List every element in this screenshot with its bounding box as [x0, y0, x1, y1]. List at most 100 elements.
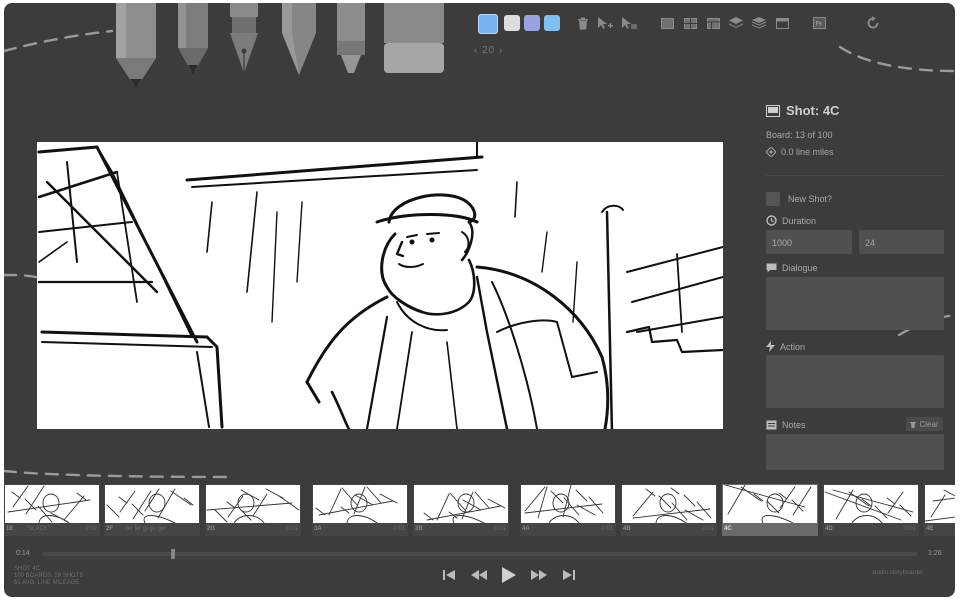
swatch-4[interactable]: [544, 15, 560, 31]
dialogue-label-text: Dialogue: [782, 263, 818, 273]
timeline-thumbnail[interactable]: 1E "SLACK" 0:02: [4, 484, 100, 536]
dialogue-label: Dialogue: [766, 263, 818, 273]
rewind-icon[interactable]: [470, 567, 488, 583]
image-icon[interactable]: Ps: [810, 14, 828, 32]
skip-back-icon[interactable]: [440, 567, 458, 583]
layer-1-icon[interactable]: [658, 14, 676, 32]
duration-frames-input[interactable]: 24: [859, 230, 944, 254]
stack-alt-icon[interactable]: [750, 14, 768, 32]
timeline-thumbnail[interactable]: 2F fer ler gi go gei: [104, 484, 200, 536]
thumbnail-image: [414, 485, 508, 523]
status-line-3: 51 AVG. LINE MILEAGE: [14, 580, 80, 586]
light-pencil-tool[interactable]: [112, 3, 162, 93]
thumbnail-image: [206, 485, 300, 523]
timeline-thumbnail[interactable]: 3B 0:01: [413, 484, 509, 536]
thumbnail-duration: 0:02: [85, 526, 97, 532]
action-label: Action: [766, 341, 805, 352]
thumbnail-duration: 0:01: [286, 526, 298, 532]
thumbnail-duration: 0:01: [601, 526, 613, 532]
time-end: 1:26: [928, 550, 942, 557]
app-credit: studio storyboarder: [872, 570, 924, 576]
thumbnail-image: [824, 485, 918, 523]
notes-icon: [766, 420, 777, 430]
new-shot-row[interactable]: New Shot?: [766, 192, 832, 206]
thumbnail-label: 4C: [724, 526, 732, 532]
thumbnail-label: 4B: [623, 526, 631, 532]
new-shot-checkbox[interactable]: [766, 192, 780, 206]
thumbnail-image: [105, 485, 199, 523]
duration-ms-input[interactable]: 1000: [766, 230, 852, 254]
storyboard-icon: [766, 104, 780, 117]
notes-input[interactable]: [766, 434, 944, 470]
window-icon[interactable]: [773, 14, 791, 32]
duration-ms-value: 1000: [772, 238, 793, 248]
new-shot-label: New Shot?: [788, 194, 833, 204]
thumbnail-duration: 0:01: [702, 526, 714, 532]
refresh-icon[interactable]: [864, 14, 882, 32]
brush-tool[interactable]: [278, 3, 320, 79]
timeline-thumbnail[interactable]: 4A 0:01: [520, 484, 616, 536]
status-line-2: 100 BOARDS, 29 SHOTS: [14, 573, 84, 579]
timeline-thumbnail[interactable]: 4D 0:01: [823, 484, 919, 536]
status-line-1: SHOT 4C: [14, 566, 40, 572]
play-icon[interactable]: [500, 567, 518, 583]
thumbnail-duration: 0:01: [393, 526, 405, 532]
transport-controls: [440, 567, 578, 583]
pencil-tool[interactable]: [174, 3, 214, 83]
pen-tool[interactable]: [224, 3, 264, 79]
thumbnail-label: 3B: [415, 526, 423, 532]
notes-label: Notes: [766, 420, 806, 430]
thumbnail-label: 4E: [926, 526, 934, 532]
thumbnail-image: [925, 485, 955, 523]
pointer-add-icon[interactable]: [596, 14, 614, 32]
board-count-text: Board: 13 of 100: [766, 130, 833, 140]
brush-size[interactable]: ‹ 20 ›: [474, 45, 503, 56]
action-input[interactable]: [766, 355, 944, 408]
thumbnail-label: 4A: [522, 526, 530, 532]
thumbnail-image: [313, 485, 407, 523]
duration-label-text: Duration: [782, 215, 817, 226]
line-miles-text: 0.0 line miles: [781, 147, 834, 157]
thumbnail-image: [622, 485, 716, 523]
marker-tool[interactable]: [334, 3, 368, 79]
thumbnail-label: 1E: [6, 526, 14, 532]
lightning-icon: [766, 341, 775, 352]
thumbnail-duration: 0:01: [494, 526, 506, 532]
layer-4-icon[interactable]: [681, 14, 699, 32]
skip-forward-icon[interactable]: [560, 567, 578, 583]
shot-title: Shot: 4C: [766, 103, 839, 118]
diamond-icon: [766, 147, 776, 157]
timeline-thumbnail[interactable]: 2G 0:01: [205, 484, 301, 536]
swatch-1[interactable]: [478, 14, 498, 34]
timeline-thumbnail[interactable]: 4C 0:01: [722, 484, 818, 536]
swatch-3[interactable]: [524, 15, 540, 31]
status-info: SHOT 4C 100 BOARDS, 29 SHOTS 51 AVG. LIN…: [14, 566, 83, 587]
eraser-tool[interactable]: [382, 3, 448, 79]
timeline-strip: 1E "SLACK" 0:02 2F fer ler gi go gei 2G 0:01 3A…: [4, 484, 955, 540]
clear-notes-button[interactable]: Clear: [906, 417, 943, 431]
notes-label-text: Notes: [782, 420, 806, 430]
storyboard-canvas[interactable]: [37, 142, 723, 429]
timeline-thumbnail[interactable]: 4B 0:01: [621, 484, 717, 536]
swatch-2[interactable]: [504, 15, 520, 31]
thumbnail-image: [5, 485, 99, 523]
action-label-text: Action: [780, 341, 806, 352]
stack-icon[interactable]: [727, 14, 745, 32]
clock-icon: [766, 215, 777, 226]
trash-icon[interactable]: [574, 14, 592, 32]
pointer-layer-icon[interactable]: [620, 14, 638, 32]
timeline-thumbnail[interactable]: 4E: [924, 484, 955, 536]
timeline-thumbnail[interactable]: 3A 0:01: [312, 484, 408, 536]
time-start: 0:14: [16, 550, 30, 557]
board-count: Board: 13 of 100: [766, 130, 833, 140]
dialogue-input[interactable]: [766, 277, 944, 330]
thumbnail-dialogue: fer ler gi go gei: [126, 526, 166, 532]
duration-label: Duration: [766, 215, 816, 226]
layer-grid-icon[interactable]: [704, 14, 722, 32]
board-sketch: [37, 142, 723, 429]
trash-small-icon: [910, 421, 917, 428]
drawing-tools: [112, 3, 472, 89]
scrub-playhead[interactable]: [171, 549, 176, 559]
app-window: ‹ 20 › Ps Shot: 4C Board: 13 of 100 0.0 …: [4, 3, 955, 597]
fast-forward-icon[interactable]: [530, 567, 548, 583]
